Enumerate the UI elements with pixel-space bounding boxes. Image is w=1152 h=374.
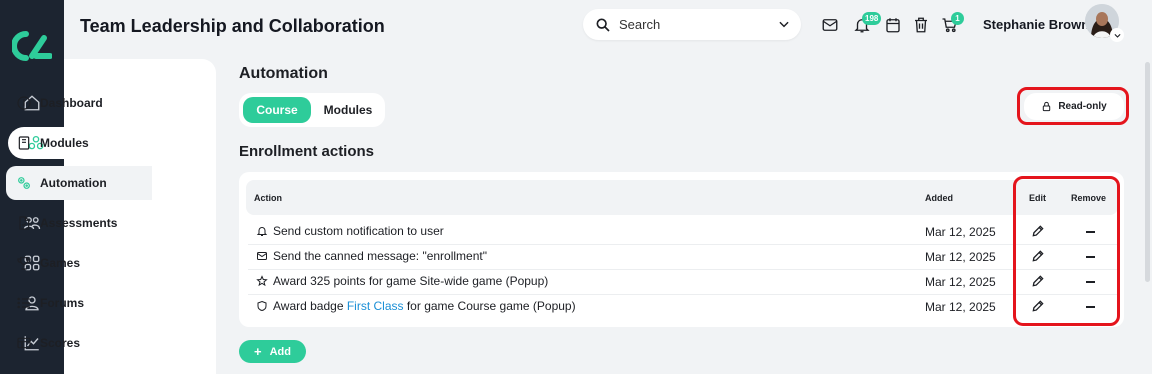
action-text: Award 325 points for game Site-wide game…	[273, 274, 549, 288]
plus-icon: +	[254, 344, 262, 359]
notifications-badge: 198	[862, 12, 882, 25]
sidebar-item-modules[interactable]: Modules	[6, 126, 152, 160]
sidebar-item-label: Modules	[40, 136, 89, 150]
tab-group: Course Modules	[239, 93, 385, 127]
table-row-action: Award 325 points for game Site-wide game…	[256, 274, 548, 288]
chevron-down-icon[interactable]	[777, 17, 791, 31]
scrollbar-thumb[interactable]	[1145, 62, 1150, 282]
action-text: Send custom notification to user	[273, 224, 444, 238]
enrollment-heading: Enrollment actions	[239, 143, 375, 160]
column-header-action: Action	[254, 193, 282, 203]
calendar-icon[interactable]	[884, 16, 902, 34]
book-icon	[18, 136, 30, 150]
table-row-action: Send custom notification to user	[256, 224, 444, 238]
search-icon	[596, 18, 610, 32]
avatar-menu-chevron[interactable]	[1110, 28, 1124, 42]
sidebar-item-automation[interactable]: Automation	[6, 166, 152, 200]
cart-badge: 1	[951, 12, 964, 25]
user-name[interactable]: Stephanie Brown	[983, 17, 1089, 32]
tab-course[interactable]: Course	[243, 97, 311, 123]
trophy-icon	[17, 257, 31, 270]
document-icon	[19, 216, 30, 230]
sidebar-item-scores[interactable]: Scores	[6, 326, 152, 360]
table-row-added: Mar 12, 2025	[925, 225, 996, 239]
table-row-action: Award badge First Class for game Course …	[256, 299, 576, 313]
mail-icon[interactable]	[821, 16, 839, 34]
sidebar-item-label: Scores	[40, 336, 81, 350]
envelope-icon	[257, 252, 267, 260]
column-header-added: Added	[925, 193, 953, 203]
section-title: Automation	[239, 65, 328, 82]
highlight-box-edit-remove	[1013, 176, 1120, 326]
row-divider	[248, 269, 1118, 270]
sidebar-item-label: Automation	[40, 176, 107, 190]
search-box[interactable]	[583, 9, 801, 40]
table-row-added: Mar 12, 2025	[925, 300, 996, 314]
chevron-down-icon	[1113, 33, 1121, 38]
sidebar-item-games[interactable]: Games	[6, 246, 152, 280]
highlight-box-read-only	[1017, 87, 1129, 125]
table-row-added: Mar 12, 2025	[925, 275, 996, 289]
row-divider	[248, 294, 1118, 295]
dashboard-icon	[17, 96, 31, 110]
trash-icon[interactable]	[912, 16, 930, 34]
page-title: Team Leadership and Collaboration	[80, 16, 385, 36]
sidebar-item-assessments[interactable]: Assessments	[6, 206, 152, 240]
sidebar-item-forums[interactable]: Forums	[6, 286, 152, 320]
add-label: Add	[269, 345, 291, 358]
action-text: Award badge	[273, 299, 347, 313]
list-icon	[17, 297, 30, 309]
sidebar-item-label: Games	[40, 256, 81, 270]
sidebar-item-label: Forums	[40, 296, 85, 310]
table-row-action: Send the canned message: "enrollment"	[256, 249, 487, 263]
search-input[interactable]	[619, 17, 769, 32]
gears-icon	[18, 177, 30, 189]
tab-modules[interactable]: Modules	[315, 97, 381, 123]
sidebar-item-label: Assessments	[40, 216, 118, 230]
badge-link[interactable]: First Class	[347, 299, 404, 313]
table-header	[246, 180, 1118, 215]
logo-icon[interactable]	[12, 30, 52, 62]
sidebar-item-dashboard[interactable]: Dashboard	[6, 86, 152, 120]
shield-icon	[257, 300, 267, 312]
action-text: Send the canned message: "enrollment"	[273, 249, 487, 263]
sidebar-item-label: Dashboard	[40, 96, 103, 110]
row-divider	[248, 244, 1118, 245]
bell-icon	[256, 227, 268, 236]
table-icon	[17, 337, 31, 349]
action-text-suffix: for game Course game (Popup)	[403, 299, 576, 313]
table-row-added: Mar 12, 2025	[925, 250, 996, 264]
star-icon	[256, 275, 268, 287]
add-button[interactable]: + Add	[239, 340, 306, 363]
